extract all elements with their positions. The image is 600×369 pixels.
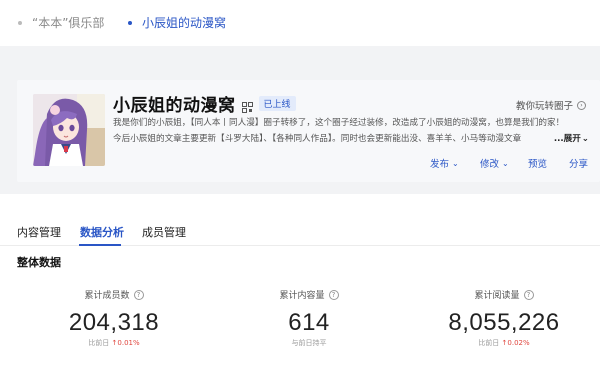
circle-cover-image <box>33 94 105 166</box>
tab-data-analysis[interactable]: 数据分析 <box>80 224 124 240</box>
nav-item-label: 小辰姐的动漫窝 <box>142 16 227 30</box>
anime-girl-illustration <box>33 94 105 166</box>
share-button[interactable]: 分享 <box>569 156 588 170</box>
nav-item-current-circle[interactable]: 小辰姐的动漫窝 <box>128 14 226 31</box>
top-nav: “本本”俱乐部 小辰姐的动漫窝 <box>0 0 600 46</box>
stat-content: 累计内容量 ? 614 与前日持平 <box>209 288 409 348</box>
stat-members: 累计成员数 ? 204,318 比前日 ↑0.01% <box>14 288 214 348</box>
chevron-down-icon: ⌄ <box>581 133 589 144</box>
help-circle-icon[interactable]: ? <box>523 289 534 300</box>
section-title: 整体数据 <box>17 256 61 269</box>
tab-member-management[interactable]: 成员管理 <box>142 224 186 240</box>
stat-change-prefix: 比前日 <box>478 339 500 347</box>
stat-reads: 累计阅读量 ? 8,055,226 比前日 ↑0.02% <box>404 288 600 348</box>
modify-button[interactable]: 修改 ⌄ <box>480 156 509 171</box>
teach-link[interactable]: 教你玩转圈子 › <box>516 98 586 112</box>
stat-change-prefix: 比前日 <box>88 339 110 347</box>
stat-value: 8,055,226 <box>448 309 560 336</box>
stat-change: 与前日持平 <box>209 338 409 348</box>
arrow-right-circle-icon: › <box>577 100 586 110</box>
circle-title: 小辰姐的动漫窝 <box>113 96 236 116</box>
nav-item-label: “本本”俱乐部 <box>32 16 105 30</box>
publish-button[interactable]: 发布 ⌄ <box>430 156 459 171</box>
stat-label: 累计成员数 <box>84 291 130 301</box>
chevron-down-icon: ⌄ <box>452 158 459 168</box>
qr-code-icon[interactable] <box>241 98 253 113</box>
status-badge: 已上线 <box>258 96 296 111</box>
nav-dot-icon <box>18 20 22 25</box>
tab-content-management[interactable]: 内容管理 <box>17 224 61 240</box>
circle-description: 我是你们的小辰姐，【同人本丨同人漫】圈子转移了，这个圈子经过装修，改造成了小辰姐… <box>113 116 589 147</box>
stat-change-prefix: 与前日持平 <box>291 339 327 347</box>
circle-title-row: 小辰姐的动漫窝 已上线 <box>113 91 296 116</box>
preview-button[interactable]: 预览 <box>528 156 547 170</box>
stat-change-value: 0.01% <box>117 339 140 347</box>
stat-change-value: 0.02% <box>507 339 530 347</box>
stat-value: 204,318 <box>68 309 160 336</box>
stat-label: 累计内容量 <box>279 291 325 301</box>
expand-button[interactable]: ...展开 <box>554 132 581 148</box>
share-label: 分享 <box>569 159 589 170</box>
active-tab-indicator <box>79 244 121 246</box>
stat-value: 614 <box>288 309 330 336</box>
stat-label-row: 累计成员数 ? <box>14 288 214 301</box>
nav-dot-icon <box>128 20 132 25</box>
description-line-1: 我是你们的小辰姐，【同人本丨同人漫】圈子转移了，这个圈子经过装修，改造成了小辰姐… <box>113 118 565 128</box>
stat-label-row: 累计阅读量 ? <box>404 288 600 301</box>
stat-label: 累计阅读量 <box>474 291 520 301</box>
help-circle-icon[interactable]: ? <box>328 289 339 300</box>
circle-info-card: 小辰姐的动漫窝 已上线 教你玩转圈子 › 我是你们的小辰姐，【同人本丨同人漫】圈… <box>17 80 600 182</box>
publish-label: 发布 <box>430 159 450 170</box>
chevron-down-icon: ⌄ <box>502 158 509 168</box>
tab-bar: 内容管理 数据分析 成员管理 <box>0 220 600 246</box>
description-line-2: 今后小辰姐的文章主要更新【斗罗大陆】、【各种同人作品】。同时也会更新能出没、喜羊… <box>113 133 522 144</box>
nav-item-club[interactable]: “本本”俱乐部 <box>18 14 104 31</box>
modify-label: 修改 <box>480 159 500 170</box>
preview-label: 预览 <box>528 159 548 170</box>
stat-change: 比前日 ↑0.01% <box>14 338 214 348</box>
teach-link-label: 教你玩转圈子 <box>515 101 573 112</box>
help-circle-icon[interactable]: ? <box>133 289 144 300</box>
stat-change: 比前日 ↑0.02% <box>404 338 600 348</box>
stat-label-row: 累计内容量 ? <box>209 288 409 301</box>
